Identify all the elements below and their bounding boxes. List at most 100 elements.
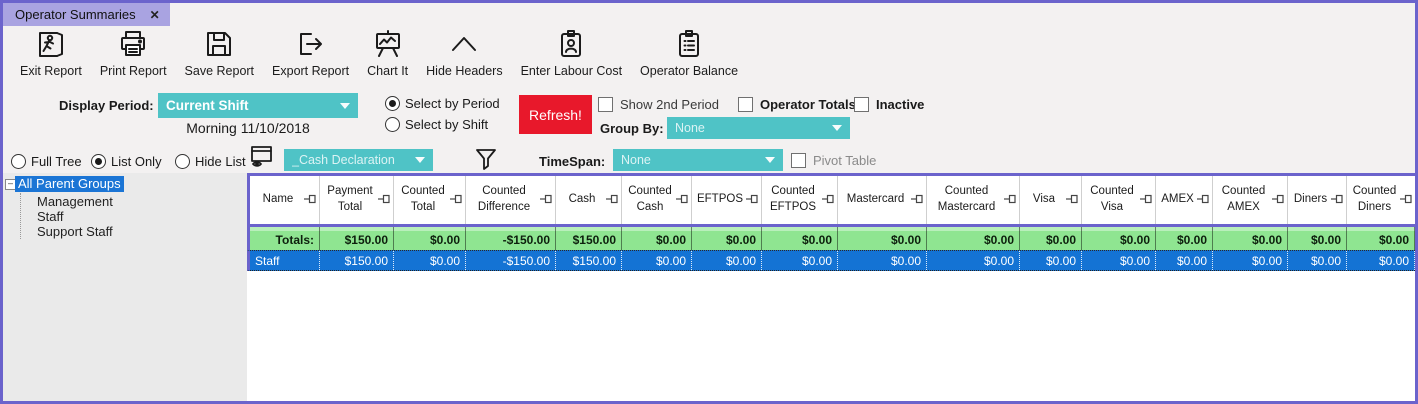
pin-icon[interactable] xyxy=(1139,194,1152,207)
cell[interactable]: -$150.00 xyxy=(466,251,556,270)
cell: $0.00 xyxy=(1347,227,1415,250)
refresh-button[interactable]: Refresh! xyxy=(519,95,592,134)
show-2nd-period-checkbox[interactable]: Show 2nd Period xyxy=(598,97,719,112)
column-header[interactable]: EFTPOS xyxy=(692,176,762,224)
pivot-table-checkbox[interactable]: Pivot Table xyxy=(791,153,876,168)
column-header[interactable]: AMEX xyxy=(1156,176,1213,224)
chart-it-button[interactable]: Chart It xyxy=(358,29,417,78)
column-header[interactable]: Counted Difference xyxy=(466,176,556,224)
print-report-button[interactable]: Print Report xyxy=(91,29,176,78)
pin-icon[interactable] xyxy=(303,194,316,207)
column-header-label: Counted Difference xyxy=(469,184,539,215)
column-header[interactable]: Payment Total xyxy=(320,176,394,224)
hide-headers-button[interactable]: Hide Headers xyxy=(417,29,511,78)
tree-item-staff[interactable]: Staff xyxy=(37,209,64,224)
tab-operator-summaries[interactable]: Operator Summaries ✕ xyxy=(3,3,170,26)
pin-icon[interactable] xyxy=(745,194,758,207)
column-header[interactable]: Counted AMEX xyxy=(1213,176,1288,224)
pin-icon[interactable] xyxy=(910,194,923,207)
tree-item-all-parent-groups[interactable]: All Parent Groups xyxy=(15,176,124,192)
pin-icon[interactable] xyxy=(1271,194,1284,207)
enter-labour-cost-button[interactable]: Enter Labour Cost xyxy=(512,29,631,78)
column-header-label: Counted EFTPOS xyxy=(765,184,821,215)
cell[interactable]: $0.00 xyxy=(1347,251,1415,270)
cell[interactable]: $0.00 xyxy=(762,251,838,270)
balance-list-icon xyxy=(674,29,704,59)
operator-summaries-window: Operator Summaries ✕ Exit Report xyxy=(0,0,1418,404)
close-icon[interactable]: ✕ xyxy=(150,8,160,22)
cell: $0.00 xyxy=(838,227,927,250)
cell[interactable]: $0.00 xyxy=(1213,251,1288,270)
pin-icon[interactable] xyxy=(1330,194,1343,207)
cell[interactable]: $0.00 xyxy=(927,251,1020,270)
column-header[interactable]: Counted Total xyxy=(394,176,466,224)
table-row[interactable]: Staff$150.00$0.00-$150.00$150.00$0.00$0.… xyxy=(247,250,1415,271)
operator-totals-checkbox[interactable]: Operator Totals xyxy=(738,97,856,112)
group-by-dropdown[interactable]: None xyxy=(667,117,850,139)
column-header[interactable]: Counted EFTPOS xyxy=(762,176,838,224)
cell[interactable]: $0.00 xyxy=(1020,251,1082,270)
tree-item-management[interactable]: Management xyxy=(37,194,113,209)
column-header[interactable]: Counted Cash xyxy=(622,176,692,224)
cell[interactable]: $0.00 xyxy=(838,251,927,270)
cell: $0.00 xyxy=(762,227,838,250)
toolbar: Exit Report Print Report Sa xyxy=(11,29,747,78)
pin-icon[interactable] xyxy=(377,194,390,207)
save-report-button[interactable]: Save Report xyxy=(176,29,263,78)
cell[interactable]: $0.00 xyxy=(622,251,692,270)
cell: $150.00 xyxy=(320,227,394,250)
cell: $0.00 xyxy=(622,227,692,250)
pin-icon[interactable] xyxy=(1196,194,1209,207)
exit-report-button[interactable]: Exit Report xyxy=(11,29,91,78)
cell[interactable]: $0.00 xyxy=(394,251,466,270)
column-header[interactable]: Visa xyxy=(1020,176,1082,224)
cell[interactable]: $0.00 xyxy=(1156,251,1213,270)
cell[interactable]: $150.00 xyxy=(320,251,394,270)
operator-balance-button[interactable]: Operator Balance xyxy=(631,29,747,78)
column-header[interactable]: Counted Mastercard xyxy=(927,176,1020,224)
list-only-radio[interactable]: List Only xyxy=(91,154,162,169)
inactive-checkbox[interactable]: Inactive xyxy=(854,97,924,112)
radio-label: Select by Shift xyxy=(405,117,488,132)
pin-icon[interactable] xyxy=(1065,194,1078,207)
cell[interactable]: $0.00 xyxy=(692,251,762,270)
tree-item-support-staff[interactable]: Support Staff xyxy=(37,224,113,239)
pin-icon[interactable] xyxy=(539,194,552,207)
grid-header-row: NamePayment TotalCounted TotalCounted Di… xyxy=(247,173,1415,227)
column-header[interactable]: Diners xyxy=(1288,176,1347,224)
chevron-down-icon xyxy=(765,157,775,163)
full-tree-radio[interactable]: Full Tree xyxy=(11,154,82,169)
pin-icon[interactable] xyxy=(1399,194,1412,207)
cell: $0.00 xyxy=(1213,227,1288,250)
pin-icon[interactable] xyxy=(821,194,834,207)
column-header[interactable]: Mastercard xyxy=(838,176,927,224)
chevron-down-icon xyxy=(415,157,425,163)
select-by-shift-radio[interactable]: Select by Shift xyxy=(385,117,488,132)
cell: $0.00 xyxy=(1288,227,1347,250)
column-header-label: Counted AMEX xyxy=(1216,184,1271,215)
display-period-dropdown[interactable]: Current Shift xyxy=(158,93,358,118)
select-by-period-radio[interactable]: Select by Period xyxy=(385,96,500,111)
pin-icon[interactable] xyxy=(449,194,462,207)
column-header[interactable]: Cash xyxy=(556,176,622,224)
display-period-label: Display Period: xyxy=(59,98,154,113)
radio-label: Full Tree xyxy=(31,154,82,169)
column-header[interactable]: Counted Diners xyxy=(1347,176,1415,224)
timespan-dropdown[interactable]: None xyxy=(613,149,783,171)
row-name-cell[interactable]: Staff xyxy=(250,251,320,270)
cell[interactable]: $150.00 xyxy=(556,251,622,270)
checkbox-label: Show 2nd Period xyxy=(620,97,719,112)
column-chooser-button[interactable] xyxy=(249,144,275,175)
report-type-dropdown[interactable]: _Cash Declaration xyxy=(284,149,433,171)
cell[interactable]: $0.00 xyxy=(1288,251,1347,270)
export-report-button[interactable]: Export Report xyxy=(263,29,358,78)
pin-icon[interactable] xyxy=(675,194,688,207)
column-header[interactable]: Counted Visa xyxy=(1082,176,1156,224)
printer-icon xyxy=(118,29,148,59)
column-header[interactable]: Name xyxy=(250,176,320,224)
pin-icon[interactable] xyxy=(1003,194,1016,207)
pin-icon[interactable] xyxy=(605,194,618,207)
cell[interactable]: $0.00 xyxy=(1082,251,1156,270)
radio-dot-icon xyxy=(385,96,400,111)
hide-list-radio[interactable]: Hide List xyxy=(175,154,246,169)
